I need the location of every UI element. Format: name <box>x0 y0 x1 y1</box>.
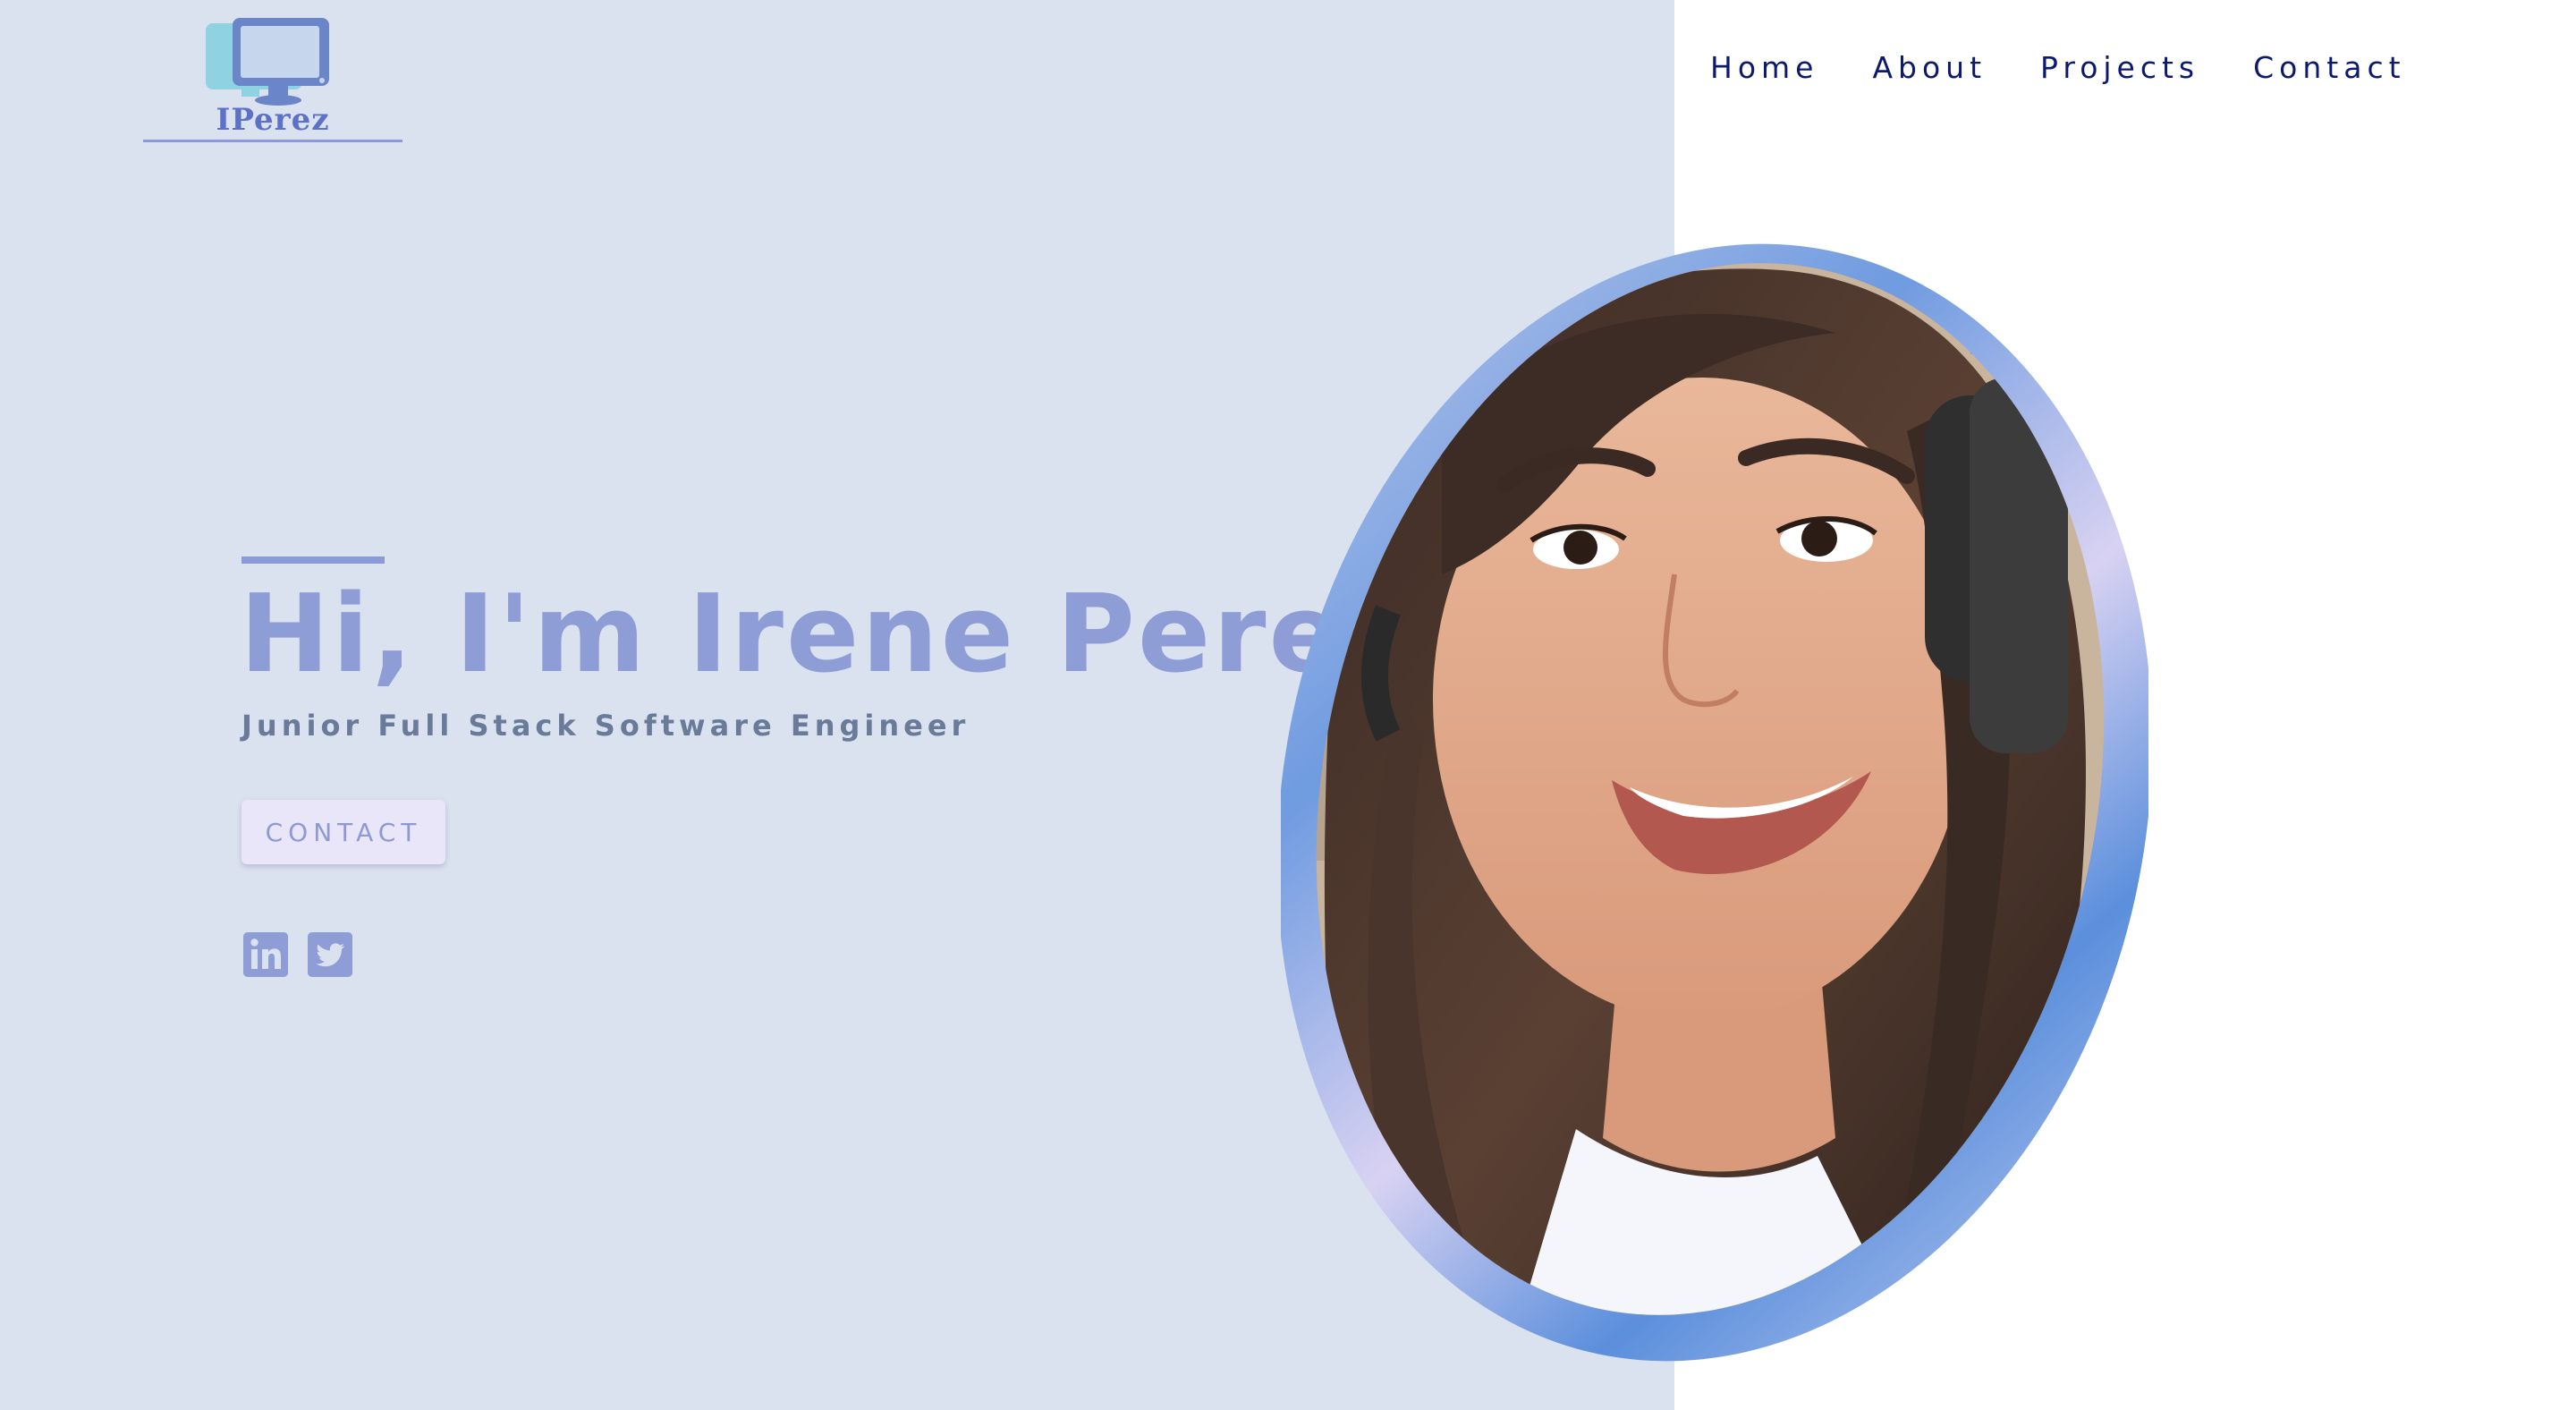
main-nav: Home About Projects Contact <box>1710 50 2460 85</box>
nav-about-link[interactable]: About <box>1872 50 1987 85</box>
social-links <box>243 932 352 977</box>
nav-contact-link[interactable]: Contact <box>2253 50 2405 85</box>
contact-button[interactable]: CONTACT <box>242 800 445 864</box>
title-accent-line <box>242 556 385 564</box>
monitor-icon <box>206 14 340 113</box>
logo-underline <box>143 140 402 142</box>
twitter-icon[interactable] <box>308 932 352 977</box>
site-logo[interactable]: IPerez <box>143 14 402 145</box>
hero-title: Hi, I'm Irene Perez <box>240 573 1410 697</box>
linkedin-icon[interactable] <box>243 932 288 977</box>
nav-home-link[interactable]: Home <box>1710 50 1818 85</box>
logo-text: IPerez <box>216 102 330 138</box>
hero-subtitle: Junior Full Stack Software Engineer <box>242 709 970 743</box>
nav-projects-link[interactable]: Projects <box>2040 50 2199 85</box>
profile-photo <box>1281 234 2148 1371</box>
